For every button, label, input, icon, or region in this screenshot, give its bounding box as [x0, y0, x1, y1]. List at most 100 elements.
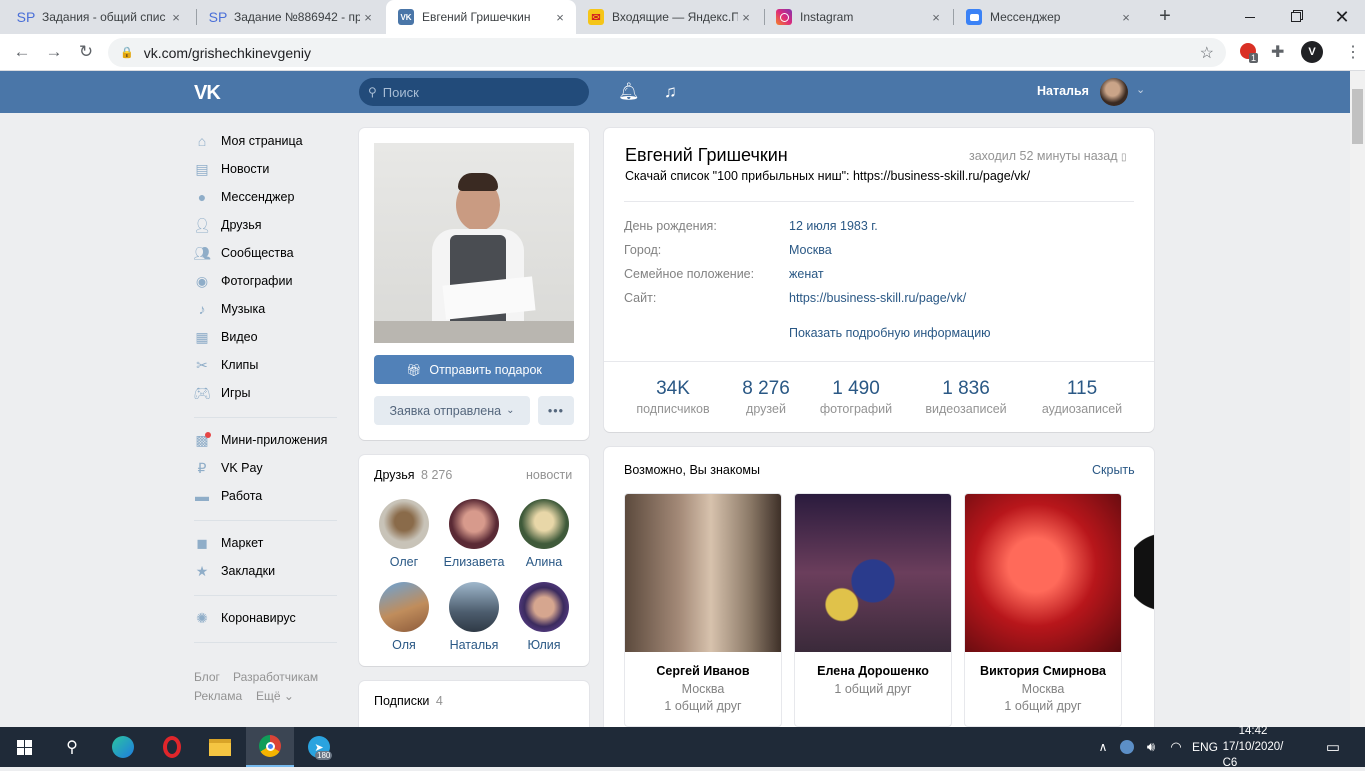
hide-link[interactable]: Скрыть [1092, 463, 1135, 477]
website-link[interactable]: https://business-skill.ru/page/vk/ [789, 291, 966, 305]
suggested-person-photo[interactable] [625, 494, 781, 652]
profile-icon[interactable]: V [1301, 41, 1323, 63]
close-tab-icon[interactable]: × [552, 10, 568, 25]
menu-item-communities[interactable]: 👥︎ Сообщества [193, 240, 294, 266]
edge-icon[interactable] [99, 727, 147, 767]
footer-link-blog[interactable]: Блог [194, 670, 220, 684]
network-status-icon[interactable] [1116, 727, 1138, 767]
suggested-person-card-partial[interactable] [1134, 493, 1154, 651]
footer-link-developers[interactable]: Разработчикам [233, 670, 318, 684]
friend-item[interactable]: Оля [369, 582, 439, 652]
notifications-icon[interactable]: ▭ [1318, 727, 1348, 767]
search-input[interactable]: ⚲ Поиск [359, 78, 589, 106]
browser-tab[interactable]: ✉ Входящие — Яндекс.П × [576, 0, 762, 34]
bell-icon[interactable]: 🔔︎ [618, 82, 640, 102]
lock-icon[interactable]: 🔒 [120, 46, 134, 59]
menu-item-mini-apps[interactable]: ▩ Мини-приложения [194, 427, 327, 453]
menu-item-jobs[interactable]: ▬ Работа [194, 483, 262, 509]
stat-friends[interactable]: 8 276 друзей [730, 378, 802, 416]
volume-icon[interactable]: 🔊︎ [1140, 727, 1162, 767]
menu-item-games[interactable]: 🎮︎ Игры [193, 380, 250, 406]
subscriptions-title[interactable]: Подписки 4 [374, 694, 443, 708]
back-icon[interactable]: ← [10, 40, 34, 64]
close-tab-icon[interactable]: × [738, 10, 754, 25]
relationship-link[interactable]: женат [789, 267, 824, 281]
stat-photos[interactable]: 1 490 фотографий [812, 378, 900, 416]
language-indicator[interactable]: ENG [1190, 727, 1220, 767]
menu-item-coronavirus[interactable]: ✺ Коронавирус [194, 605, 296, 631]
city-link[interactable]: Москва [789, 243, 832, 257]
stat-followers[interactable]: 34K подписчиков [625, 378, 721, 416]
stat-audios[interactable]: 115 аудиозаписей [1034, 378, 1130, 416]
menu-item-clips[interactable]: ✂ Клипы [194, 352, 258, 378]
opera-icon[interactable] [148, 727, 196, 767]
friend-item[interactable]: Алина [509, 499, 579, 569]
browser-tab[interactable]: Instagram × [764, 0, 952, 34]
telegram-icon[interactable]: ➤ [295, 727, 343, 767]
menu-item-friends[interactable]: 👤︎ Друзья [193, 212, 261, 238]
friend-item[interactable]: Наталья [439, 582, 509, 652]
friend-request-button[interactable]: Заявка отправлена ⌄ [374, 396, 530, 425]
suggested-person-photo[interactable] [795, 494, 951, 652]
browser-tab[interactable]: SP Задания - общий спис × [6, 0, 192, 34]
close-window-button[interactable]: ✕ [1319, 0, 1365, 34]
page-scrollbar[interactable] [1350, 71, 1365, 727]
profile-photo[interactable] [374, 143, 574, 343]
forward-icon[interactable]: → [42, 40, 66, 64]
search-icon[interactable]: ⚲ [48, 727, 96, 767]
friends-news-link[interactable]: новости [526, 468, 572, 482]
menu-item-music[interactable]: ♪ Музыка [194, 296, 266, 322]
restore-button[interactable] [1273, 0, 1319, 34]
suggested-person-photo[interactable] [965, 494, 1121, 652]
file-explorer-icon[interactable] [196, 727, 244, 767]
suggested-person-card[interactable]: Виктория Смирнова Москва 1 общий друг [964, 493, 1122, 727]
vk-logo[interactable]: VK [194, 82, 221, 105]
bookmark-star-icon[interactable]: ☆ [1200, 43, 1214, 63]
clock[interactable]: 14:42 17/10/2020/С6 [1223, 725, 1284, 769]
chrome-icon[interactable] [246, 727, 294, 767]
browser-tab[interactable]: Мессенджер × [954, 0, 1142, 34]
close-tab-icon[interactable]: × [1118, 10, 1134, 25]
menu-item-messenger[interactable]: ● Мессенджер [194, 184, 295, 210]
music-icon[interactable]: ♫ [664, 82, 677, 102]
browser-tab-active[interactable]: VK Евгений Гришечкин × [386, 0, 576, 34]
avatar[interactable] [1100, 78, 1128, 106]
menu-item-bookmarks[interactable]: ★ Закладки [194, 558, 275, 584]
footer-link-ads[interactable]: Реклама [194, 689, 242, 703]
browser-menu-icon[interactable]: ⋮ [1345, 42, 1361, 62]
suggested-person-card[interactable]: Елена Дорошенко 1 общий друг [794, 493, 952, 727]
minimize-button[interactable] [1227, 0, 1273, 34]
new-tab-button[interactable]: + [1154, 5, 1176, 27]
close-tab-icon[interactable]: × [360, 10, 376, 25]
close-tab-icon[interactable]: × [928, 10, 944, 25]
chevron-up-icon[interactable]: ∧ [1092, 727, 1114, 767]
send-gift-button[interactable]: 🎁︎ Отправить подарок [374, 355, 574, 384]
reload-icon[interactable]: ↻ [74, 40, 98, 64]
wifi-icon[interactable]: ◠ [1165, 727, 1187, 767]
friend-item[interactable]: Елизавета [439, 499, 509, 569]
show-more-info-link[interactable]: Показать подробную информацию [789, 326, 991, 340]
menu-item-my-page[interactable]: ⌂ Моя страница [194, 128, 303, 154]
menu-item-vk-pay[interactable]: ₽ VK Pay [194, 455, 263, 481]
star-icon: ★ [195, 562, 209, 579]
more-actions-button[interactable]: ••• [538, 396, 574, 425]
friend-item[interactable]: Юлия [509, 582, 579, 652]
address-bar[interactable]: 🔒 vk.com/grishechkinevgeniy ☆ [108, 38, 1226, 67]
group-icon: 👥︎ [193, 244, 211, 261]
suggested-person-card[interactable]: Сергей Иванов Москва 1 общий друг [624, 493, 782, 727]
stat-videos[interactable]: 1 836 видеозаписей [916, 378, 1016, 416]
close-tab-icon[interactable]: × [168, 10, 184, 25]
extensions-puzzle-icon[interactable]: ✚ [1271, 42, 1284, 62]
chevron-down-icon[interactable]: ⌄ [1136, 83, 1145, 96]
user-name[interactable]: Наталья [1037, 84, 1089, 98]
friend-item[interactable]: Олег [369, 499, 439, 569]
friends-title[interactable]: Друзья 8 276 [374, 468, 452, 482]
windows-start-icon[interactable] [0, 727, 48, 767]
footer-link-more[interactable]: Ещё ⌄ [256, 689, 294, 703]
menu-item-market[interactable]: ◼ Маркет [194, 530, 263, 556]
menu-item-video[interactable]: ▦ Видео [194, 324, 257, 350]
browser-tab[interactable]: SP Задание №886942 - пр × [198, 0, 384, 34]
menu-item-news[interactable]: ▤ Новости [194, 156, 269, 182]
menu-item-photos[interactable]: ◉ Фотографии [194, 268, 293, 294]
birthday-link[interactable]: 12 июля 1983 г. [789, 219, 878, 233]
